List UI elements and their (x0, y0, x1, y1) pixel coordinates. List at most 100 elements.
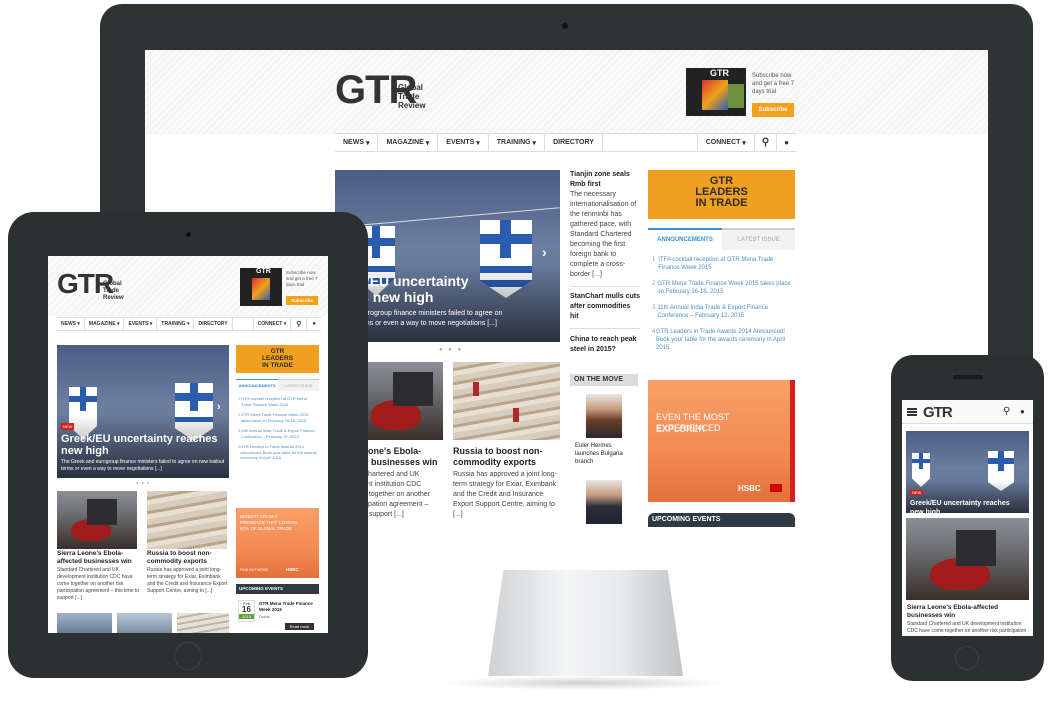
tablet-thumb-2[interactable] (117, 613, 172, 633)
tablet-nav-news[interactable]: NEWS ▾ (57, 318, 85, 330)
phone-hero-headline[interactable]: Greek/EU uncertainty reaches new high (910, 499, 1025, 513)
monitor-stand (488, 568, 683, 676)
tablet-story-2-summary: Russia has approved a joint long-term st… (147, 567, 228, 594)
slider-next-icon[interactable]: › (542, 244, 547, 260)
tablet-hero-slider[interactable]: › NEW Greek/EU uncertainty reaches new h… (57, 345, 229, 478)
tablet-nav-connect-label: CONNECT (257, 321, 283, 327)
hsbc-ad-border (790, 380, 795, 502)
leaders-line-3: IN TRADE (695, 197, 748, 209)
user-icon[interactable]: ● (777, 134, 796, 151)
nav-connect[interactable]: CONNECT ▾ (696, 134, 755, 151)
phone-hero[interactable]: NEW Greek/EU uncertainty reaches new hig… (906, 431, 1029, 513)
tablet-hero-caption: NEW Greek/EU uncertainty reaches new hig… (57, 415, 229, 478)
nav-training[interactable]: TRAINING ▾ (489, 134, 546, 151)
announcement-item-2[interactable]: 2 GTR Mena Trade Finance Week 2015 takes … (652, 280, 792, 296)
hero-slider[interactable]: › reek/EU uncertainty ches new high ek a… (335, 170, 560, 342)
phone-user-icon[interactable]: ● (1020, 407, 1025, 416)
tablet-tab-latest-issue[interactable]: LATEST ISSUE (278, 379, 319, 391)
tablet-hero-badge: NEW (61, 423, 75, 430)
main-nav: NEWS ▾ MAGAZINE ▾ EVENTS ▾ TRAINING ▾ DI… (335, 133, 796, 152)
phone-search-icon[interactable]: ⚲ (1003, 406, 1010, 417)
hero-summary-1: ek and eurogroup finance ministers faile… (337, 310, 503, 317)
tablet-read-more-button[interactable]: Read more (285, 623, 314, 630)
tablet-home-button[interactable] (174, 642, 202, 670)
tablet-nav-events[interactable]: EVENTS ▾ (124, 318, 158, 330)
leaders-in-trade-banner[interactable]: GTR LEADERS IN TRADE (648, 170, 795, 219)
nav-magazine[interactable]: MAGAZINE ▾ (378, 134, 439, 151)
person-photo-2[interactable] (586, 480, 622, 524)
story-image-ship[interactable] (363, 362, 443, 440)
tablet-story-1-title[interactable]: Sierra Leone's Ebola-affected businesses… (57, 550, 143, 566)
tablet-leaders-banner[interactable]: GTR LEADERS IN TRADE (236, 345, 319, 373)
story-1-title-line-1: eone's Ebola- (363, 446, 422, 456)
tablet-thumb-1[interactable] (57, 613, 112, 633)
nav-events[interactable]: EVENTS ▾ (438, 134, 489, 151)
announcement-item-1[interactable]: 1 ITFA cocktail reception at GTR Mena Tra… (652, 256, 792, 272)
tablet-event-title[interactable]: GTR Mena Trade Finance Week 2015 (259, 601, 315, 613)
tablet-nav-connect[interactable]: CONNECT ▾ (252, 318, 292, 330)
tablet-logo-subtitle: Global Trade Review (103, 281, 124, 302)
tablet-story-image-money[interactable] (147, 491, 227, 549)
tablet-slider-dots[interactable]: ● ● ● (136, 480, 150, 485)
tablet-user-icon[interactable]: ● (307, 318, 321, 330)
tablet-announcement-1[interactable]: 1 ITFA cocktail reception at GTR Mena Tra… (238, 396, 318, 407)
money-band-1 (473, 382, 479, 396)
nav-directory[interactable]: DIRECTORY (545, 134, 603, 151)
subscribe-button[interactable]: Subscribe (752, 103, 794, 117)
tablet-story-1-summary: Standard Chartered and UK development in… (57, 567, 139, 601)
tablet-story-image-ship[interactable] (57, 491, 137, 549)
phone-logo[interactable]: GTR (923, 405, 953, 420)
hsbc-ad-line-2: EXPLORER (656, 424, 706, 434)
tablet-nav-news-label: NEWS (61, 321, 76, 327)
tablet-hero-summary: The Greek and eurogroup finance minister… (61, 459, 225, 472)
tablet-event-year: 2015 (239, 614, 254, 619)
tablet-logo-sub-1: Global (103, 281, 122, 287)
tab-announcements[interactable]: ANNOUNCEMENTS (648, 228, 722, 250)
announcement-item-2-label: GTR Mena Trade Finance Week 2015 takes p… (657, 281, 791, 295)
tablet-announcement-3[interactable]: 3 11th Annual India Trade & Export Financ… (238, 428, 318, 439)
hero-headline-1[interactable]: reek/EU uncertainty (337, 273, 560, 289)
slider-dots[interactable]: ● ● ● (439, 347, 463, 353)
phone-hero-badge: NEW (910, 490, 924, 495)
phone-story-1-title[interactable]: Sierra Leone's Ebola-affected businesses… (907, 604, 1027, 620)
tablet-hsbc-ad[interactable]: BENEFIT FROM A PRESENCE THAT COVERS 87% … (236, 508, 319, 578)
nav-news[interactable]: NEWS ▾ (335, 134, 379, 151)
tablet-story-2-title[interactable]: Russia to boost non-commodity exports (147, 550, 229, 566)
tablet-subscribe-button[interactable]: Subscribe (286, 296, 318, 305)
story-1-title[interactable]: eone's Ebola- d businesses win (363, 446, 453, 468)
menu-icon[interactable] (907, 408, 917, 416)
on-the-move-item-1[interactable]: Euler Hermes launches Bulgaria branch (575, 442, 635, 466)
tablet-announcement-4[interactable]: 4 GTR Leaders in Trade Awards 2014 Announ… (238, 444, 318, 461)
tablet-nav-magazine[interactable]: MAGAZINE ▾ (85, 318, 125, 330)
story-2-title[interactable]: Russia to boost non-commodity exports (453, 446, 563, 468)
announcement-item-3[interactable]: 3 11th Annual India Trade & Export Financ… (652, 304, 792, 320)
search-icon[interactable]: ⚲ (755, 134, 778, 151)
person-photo-1[interactable] (586, 394, 622, 438)
phone-story-image-ship[interactable] (906, 518, 1029, 600)
hsbc-ad[interactable]: EVEN THE MOST EXPERIENCED EXPLORER HSBC (648, 380, 795, 502)
tablet-event-date[interactable]: Feb 16 2015 (238, 600, 255, 622)
tablet-thumb-3[interactable] (177, 613, 229, 633)
tablet-hero-headline[interactable]: Greek/EU uncertainty reaches new high (61, 433, 225, 457)
tablet-slider-next-icon[interactable]: › (217, 401, 221, 413)
tablet-nav-directory[interactable]: DIRECTORY (194, 318, 233, 330)
hero-headline-2[interactable]: ches new high (337, 289, 560, 305)
tablet-announcement-2[interactable]: 2 GTR Mena Trade Finance Week 2015 takes … (238, 412, 318, 423)
tablet-tab-announcements[interactable]: ANNOUNCEMENTS (236, 379, 278, 391)
tablet-announcement-2-label: GTR Mena Trade Finance Week 2015 takes p… (240, 412, 309, 423)
phone-home-button[interactable] (955, 646, 979, 670)
nav-connect-label: CONNECT (705, 139, 741, 146)
tablet-hsbc-cta[interactable]: FIND OUT MORE (240, 568, 268, 572)
tablet-magazine-promo: GTR (240, 268, 282, 306)
tablet-nav: NEWS ▾ MAGAZINE ▾ EVENTS ▾ TRAINING ▾ DI… (57, 317, 321, 331)
tablet-search-icon[interactable]: ⚲ (291, 318, 308, 330)
announcement-item-4[interactable]: 4 GTR Leaders in Trade Awards 2014 Announ… (652, 328, 792, 352)
nav-directory-label: DIRECTORY (553, 139, 594, 146)
side-story-1-title[interactable]: Tianjin zone seals Rmb first (570, 170, 640, 190)
side-story-2-title[interactable]: StanChart mulls cuts after commodities h… (570, 292, 640, 322)
tablet-nav-training[interactable]: TRAINING ▾ (157, 318, 195, 330)
tab-latest-issue[interactable]: LATEST ISSUE (722, 228, 795, 250)
tablet-logo-sub-3: Review (103, 295, 124, 301)
side-story-3-title[interactable]: China to reach peak steel in 2015? (570, 335, 640, 355)
story-image-money[interactable] (453, 362, 560, 440)
